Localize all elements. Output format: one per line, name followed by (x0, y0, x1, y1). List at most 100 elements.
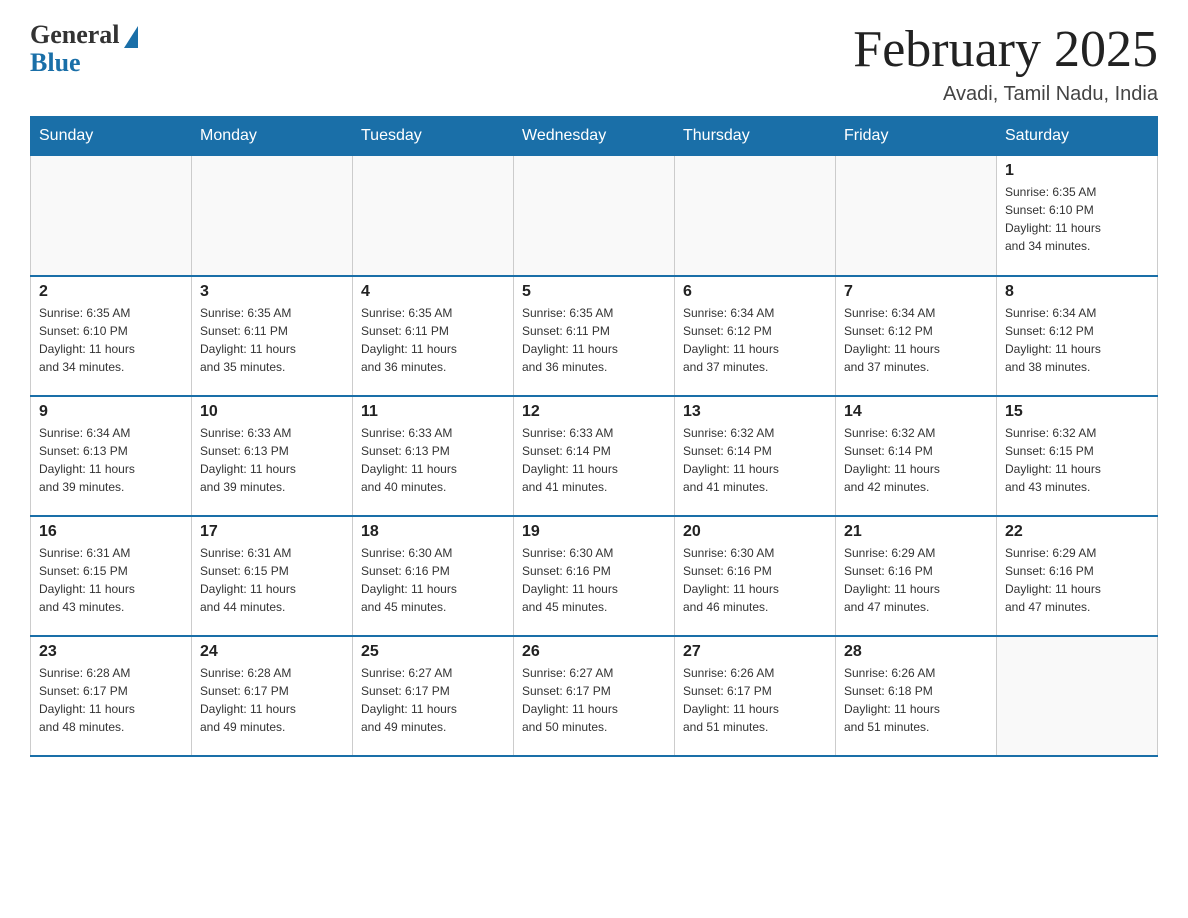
day-number: 9 (39, 403, 183, 421)
day-number: 22 (1005, 523, 1149, 541)
calendar-cell: 23 Sunrise: 6:28 AM Sunset: 6:17 PM Dayli… (31, 636, 192, 756)
day-info: Sunrise: 6:32 AM Sunset: 6:14 PM Dayligh… (844, 424, 988, 496)
day-info: Sunrise: 6:35 AM Sunset: 6:11 PM Dayligh… (361, 304, 505, 376)
day-number: 3 (200, 283, 344, 301)
calendar-cell (836, 156, 997, 276)
day-header-tuesday: Tuesday (353, 117, 514, 156)
day-number: 7 (844, 283, 988, 301)
calendar-cell: 12 Sunrise: 6:33 AM Sunset: 6:14 PM Dayli… (514, 396, 675, 516)
day-info: Sunrise: 6:30 AM Sunset: 6:16 PM Dayligh… (361, 544, 505, 616)
day-number: 1 (1005, 162, 1149, 180)
calendar-cell: 20 Sunrise: 6:30 AM Sunset: 6:16 PM Dayli… (675, 516, 836, 636)
calendar-cell (31, 156, 192, 276)
day-info: Sunrise: 6:33 AM Sunset: 6:13 PM Dayligh… (361, 424, 505, 496)
calendar-cell (353, 156, 514, 276)
calendar-week-row: 23 Sunrise: 6:28 AM Sunset: 6:17 PM Dayli… (31, 636, 1158, 756)
calendar-week-row: 9 Sunrise: 6:34 AM Sunset: 6:13 PM Daylig… (31, 396, 1158, 516)
day-number: 19 (522, 523, 666, 541)
calendar-cell: 13 Sunrise: 6:32 AM Sunset: 6:14 PM Dayli… (675, 396, 836, 516)
day-info: Sunrise: 6:32 AM Sunset: 6:14 PM Dayligh… (683, 424, 827, 496)
calendar-cell: 10 Sunrise: 6:33 AM Sunset: 6:13 PM Dayli… (192, 396, 353, 516)
day-number: 8 (1005, 283, 1149, 301)
day-info: Sunrise: 6:27 AM Sunset: 6:17 PM Dayligh… (361, 664, 505, 736)
calendar-cell (675, 156, 836, 276)
day-info: Sunrise: 6:33 AM Sunset: 6:14 PM Dayligh… (522, 424, 666, 496)
day-header-wednesday: Wednesday (514, 117, 675, 156)
day-info: Sunrise: 6:35 AM Sunset: 6:10 PM Dayligh… (39, 304, 183, 376)
month-title: February 2025 (853, 20, 1158, 79)
calendar-cell (514, 156, 675, 276)
calendar-week-row: 16 Sunrise: 6:31 AM Sunset: 6:15 PM Dayli… (31, 516, 1158, 636)
location-text: Avadi, Tamil Nadu, India (853, 83, 1158, 106)
calendar-cell: 15 Sunrise: 6:32 AM Sunset: 6:15 PM Dayli… (997, 396, 1158, 516)
calendar-cell: 21 Sunrise: 6:29 AM Sunset: 6:16 PM Dayli… (836, 516, 997, 636)
day-info: Sunrise: 6:26 AM Sunset: 6:17 PM Dayligh… (683, 664, 827, 736)
calendar-cell: 4 Sunrise: 6:35 AM Sunset: 6:11 PM Daylig… (353, 276, 514, 396)
day-number: 15 (1005, 403, 1149, 421)
day-number: 18 (361, 523, 505, 541)
day-info: Sunrise: 6:26 AM Sunset: 6:18 PM Dayligh… (844, 664, 988, 736)
day-info: Sunrise: 6:34 AM Sunset: 6:12 PM Dayligh… (683, 304, 827, 376)
day-number: 12 (522, 403, 666, 421)
day-info: Sunrise: 6:30 AM Sunset: 6:16 PM Dayligh… (683, 544, 827, 616)
calendar-cell (192, 156, 353, 276)
calendar-cell (997, 636, 1158, 756)
day-number: 13 (683, 403, 827, 421)
day-number: 5 (522, 283, 666, 301)
calendar-week-row: 1 Sunrise: 6:35 AM Sunset: 6:10 PM Daylig… (31, 156, 1158, 276)
day-number: 20 (683, 523, 827, 541)
day-number: 25 (361, 643, 505, 661)
calendar-cell: 2 Sunrise: 6:35 AM Sunset: 6:10 PM Daylig… (31, 276, 192, 396)
day-number: 16 (39, 523, 183, 541)
logo-general-text: General (30, 20, 120, 50)
calendar-cell: 24 Sunrise: 6:28 AM Sunset: 6:17 PM Dayli… (192, 636, 353, 756)
day-number: 6 (683, 283, 827, 301)
calendar-cell: 5Sunrise: 6:35 AM Sunset: 6:11 PM Daylig… (514, 276, 675, 396)
day-info: Sunrise: 6:33 AM Sunset: 6:13 PM Dayligh… (200, 424, 344, 496)
calendar-cell: 27 Sunrise: 6:26 AM Sunset: 6:17 PM Dayli… (675, 636, 836, 756)
day-info: Sunrise: 6:31 AM Sunset: 6:15 PM Dayligh… (200, 544, 344, 616)
day-info: Sunrise: 6:28 AM Sunset: 6:17 PM Dayligh… (39, 664, 183, 736)
day-info: Sunrise: 6:27 AM Sunset: 6:17 PM Dayligh… (522, 664, 666, 736)
day-number: 10 (200, 403, 344, 421)
calendar-cell: 3Sunrise: 6:35 AM Sunset: 6:11 PM Daylig… (192, 276, 353, 396)
calendar-table: SundayMondayTuesdayWednesdayThursdayFrid… (30, 116, 1158, 757)
calendar-cell: 7 Sunrise: 6:34 AM Sunset: 6:12 PM Daylig… (836, 276, 997, 396)
day-header-monday: Monday (192, 117, 353, 156)
day-info: Sunrise: 6:29 AM Sunset: 6:16 PM Dayligh… (1005, 544, 1149, 616)
day-number: 14 (844, 403, 988, 421)
calendar-cell: 16Sunrise: 6:31 AM Sunset: 6:15 PM Dayli… (31, 516, 192, 636)
day-number: 4 (361, 283, 505, 301)
calendar-header-row: SundayMondayTuesdayWednesdayThursdayFrid… (31, 117, 1158, 156)
day-number: 21 (844, 523, 988, 541)
calendar-week-row: 2 Sunrise: 6:35 AM Sunset: 6:10 PM Daylig… (31, 276, 1158, 396)
day-info: Sunrise: 6:32 AM Sunset: 6:15 PM Dayligh… (1005, 424, 1149, 496)
calendar-cell: 22 Sunrise: 6:29 AM Sunset: 6:16 PM Dayli… (997, 516, 1158, 636)
day-number: 23 (39, 643, 183, 661)
calendar-cell: 14 Sunrise: 6:32 AM Sunset: 6:14 PM Dayli… (836, 396, 997, 516)
calendar-cell: 8 Sunrise: 6:34 AM Sunset: 6:12 PM Daylig… (997, 276, 1158, 396)
day-number: 2 (39, 283, 183, 301)
day-info: Sunrise: 6:35 AM Sunset: 6:10 PM Dayligh… (1005, 183, 1149, 255)
day-number: 27 (683, 643, 827, 661)
day-number: 17 (200, 523, 344, 541)
logo: General Blue (30, 20, 138, 78)
day-info: Sunrise: 6:34 AM Sunset: 6:13 PM Dayligh… (39, 424, 183, 496)
day-number: 24 (200, 643, 344, 661)
logo-blue-text: Blue (30, 48, 81, 78)
day-info: Sunrise: 6:34 AM Sunset: 6:12 PM Dayligh… (1005, 304, 1149, 376)
day-header-friday: Friday (836, 117, 997, 156)
day-info: Sunrise: 6:28 AM Sunset: 6:17 PM Dayligh… (200, 664, 344, 736)
calendar-cell: 19Sunrise: 6:30 AM Sunset: 6:16 PM Dayli… (514, 516, 675, 636)
day-info: Sunrise: 6:29 AM Sunset: 6:16 PM Dayligh… (844, 544, 988, 616)
calendar-cell: 26 Sunrise: 6:27 AM Sunset: 6:17 PM Dayli… (514, 636, 675, 756)
day-number: 26 (522, 643, 666, 661)
calendar-cell: 25 Sunrise: 6:27 AM Sunset: 6:17 PM Dayli… (353, 636, 514, 756)
day-header-sunday: Sunday (31, 117, 192, 156)
calendar-cell: 18 Sunrise: 6:30 AM Sunset: 6:16 PM Dayli… (353, 516, 514, 636)
title-section: February 2025 Avadi, Tamil Nadu, India (853, 20, 1158, 106)
page-header: General Blue February 2025 Avadi, Tamil … (30, 20, 1158, 106)
calendar-cell: 28 Sunrise: 6:26 AM Sunset: 6:18 PM Dayli… (836, 636, 997, 756)
day-number: 28 (844, 643, 988, 661)
day-info: Sunrise: 6:34 AM Sunset: 6:12 PM Dayligh… (844, 304, 988, 376)
